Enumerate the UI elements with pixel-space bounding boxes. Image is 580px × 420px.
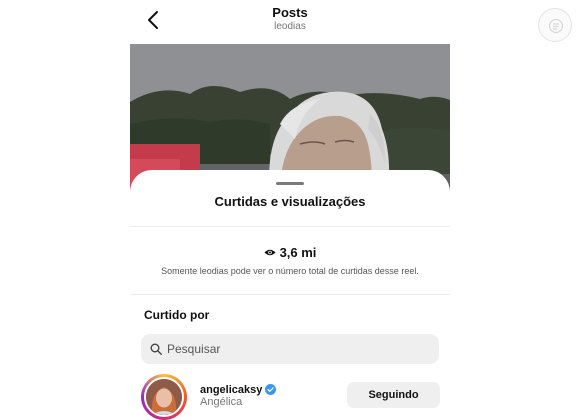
screenshot-frame: Posts leodias Curtidas e visualizações 3… — [0, 0, 580, 420]
liker-username[interactable]: angelicaksy — [200, 384, 262, 396]
left-margin — [0, 0, 130, 420]
search-bar[interactable] — [141, 334, 439, 364]
divider — [130, 226, 450, 227]
liked-by-heading: Curtido por — [144, 308, 210, 322]
page-title: Posts — [272, 5, 308, 20]
search-icon — [150, 343, 162, 355]
views-summary: 3,6 mi — [130, 244, 450, 262]
following-button[interactable]: Seguindo — [347, 382, 440, 408]
liker-list-item[interactable]: angelicaksy Angélica Seguindo — [130, 374, 450, 420]
watermark-logo — [538, 8, 572, 42]
avatar — [144, 377, 184, 417]
verified-badge-icon — [265, 384, 277, 395]
instagram-screen: Posts leodias Curtidas e visualizações 3… — [130, 0, 450, 420]
likes-views-sheet: Curtidas e visualizações 3,6 mi Somente … — [130, 170, 450, 420]
top-bar: Posts leodias — [130, 0, 450, 44]
avatar-story-ring[interactable] — [141, 374, 187, 420]
sheet-title: Curtidas e visualizações — [214, 194, 366, 209]
eye-icon — [264, 250, 276, 256]
page-subtitle-username: leodias — [274, 21, 306, 32]
right-margin — [450, 0, 580, 420]
avatar-image — [146, 379, 182, 415]
liker-full-name: Angélica — [200, 396, 243, 408]
views-privacy-note: Somente leodias pode ver o número total … — [161, 266, 419, 276]
watermark-icon — [548, 18, 564, 34]
views-count: 3,6 mi — [279, 245, 317, 261]
sheet-drag-handle[interactable] — [276, 182, 304, 185]
search-input[interactable] — [167, 334, 427, 364]
divider — [130, 294, 450, 295]
